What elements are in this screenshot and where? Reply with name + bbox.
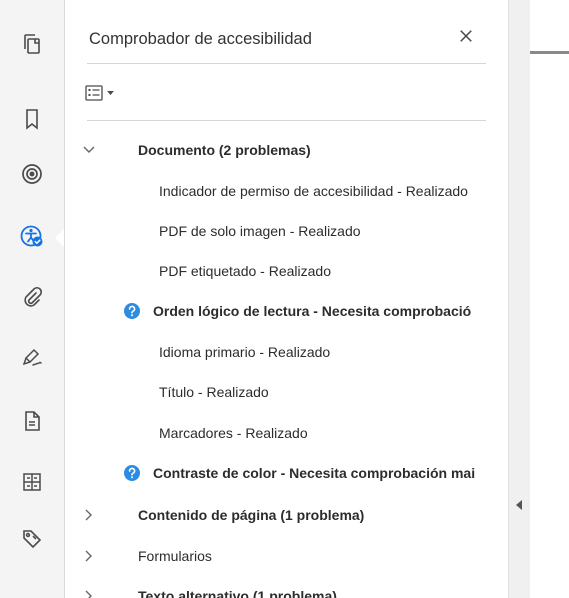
tree-item-label: Orden lógico de lectura - Necesita compr… (153, 303, 472, 319)
document-icon[interactable] (18, 407, 46, 435)
tree-node-documento[interactable]: Documento (2 problemas) (65, 138, 508, 162)
tree-node-label: Texto alternativo (1 problema) (138, 588, 337, 598)
accessibility-checker-panel: Comprobador de accesibilidad Documento (… (65, 0, 508, 598)
active-tool-pointer (55, 228, 66, 248)
close-button[interactable] (454, 24, 478, 48)
question-icon (124, 303, 140, 319)
tree-item[interactable]: Título - Realizado (65, 380, 508, 404)
chevron-down-icon[interactable] (81, 142, 97, 158)
accessibility-icon[interactable] (18, 222, 46, 250)
chevron-right-icon[interactable] (81, 507, 97, 523)
document-edge (530, 51, 569, 54)
tree-item-warning[interactable]: Contraste de color - Necesita comprobaci… (65, 461, 508, 485)
header-divider (87, 63, 486, 64)
tree-node-formularios[interactable]: Formularios (65, 544, 508, 568)
tree-node-label: Documento (2 problemas) (138, 142, 311, 158)
tree-item-label: Título - Realizado (159, 384, 269, 400)
tree-item[interactable]: PDF etiquetado - Realizado (65, 259, 508, 283)
tag-icon[interactable] (18, 525, 46, 553)
bookmark-icon[interactable] (18, 105, 46, 133)
close-icon (460, 30, 472, 42)
collapse-panel-icon[interactable] (516, 500, 522, 510)
panel-title: Comprobador de accesibilidad (89, 30, 312, 48)
options-menu-button[interactable] (85, 80, 129, 106)
attachment-icon[interactable] (18, 283, 46, 311)
layers-icon[interactable] (18, 160, 46, 188)
chevron-right-icon[interactable] (81, 548, 97, 564)
tree-item-label: Idioma primario - Realizado (159, 344, 331, 360)
signature-icon[interactable] (18, 344, 46, 372)
document-view[interactable] (530, 0, 569, 598)
tree-node-texto-alternativo[interactable]: Texto alternativo (1 problema) (65, 584, 508, 598)
options-list-icon (85, 85, 103, 101)
tree-item[interactable]: Indicador de permiso de accesibilidad - … (65, 179, 508, 203)
tree-item[interactable]: PDF de solo imagen - Realizado (65, 219, 508, 243)
tree-item[interactable]: Marcadores - Realizado (65, 421, 508, 445)
tree-item-label: PDF etiquetado - Realizado (159, 263, 331, 279)
toolbar-divider (87, 120, 486, 121)
tree-item-label: PDF de solo imagen - Realizado (159, 223, 361, 239)
tree-item[interactable]: Idioma primario - Realizado (65, 340, 508, 364)
tree-item-label: Contraste de color - Necesita comprobaci… (153, 465, 476, 481)
tools-rail (0, 0, 66, 598)
tree-item-label: Marcadores - Realizado (159, 425, 308, 441)
tree-item-label: Indicador de permiso de accesibilidad - … (159, 183, 468, 199)
tree-node-contenido[interactable]: Contenido de página (1 problema) (65, 503, 508, 527)
tree-item-warning[interactable]: Orden lógico de lectura - Necesita compr… (65, 299, 508, 323)
question-icon (124, 465, 140, 481)
chevron-down-icon (107, 90, 114, 95)
panel-splitter[interactable] (508, 0, 531, 598)
chevron-right-icon[interactable] (81, 588, 97, 598)
tree-node-label: Formularios (138, 548, 212, 564)
pages-icon[interactable] (18, 30, 46, 58)
content-icon[interactable] (18, 468, 46, 496)
tree-node-label: Contenido de página (1 problema) (138, 507, 365, 523)
